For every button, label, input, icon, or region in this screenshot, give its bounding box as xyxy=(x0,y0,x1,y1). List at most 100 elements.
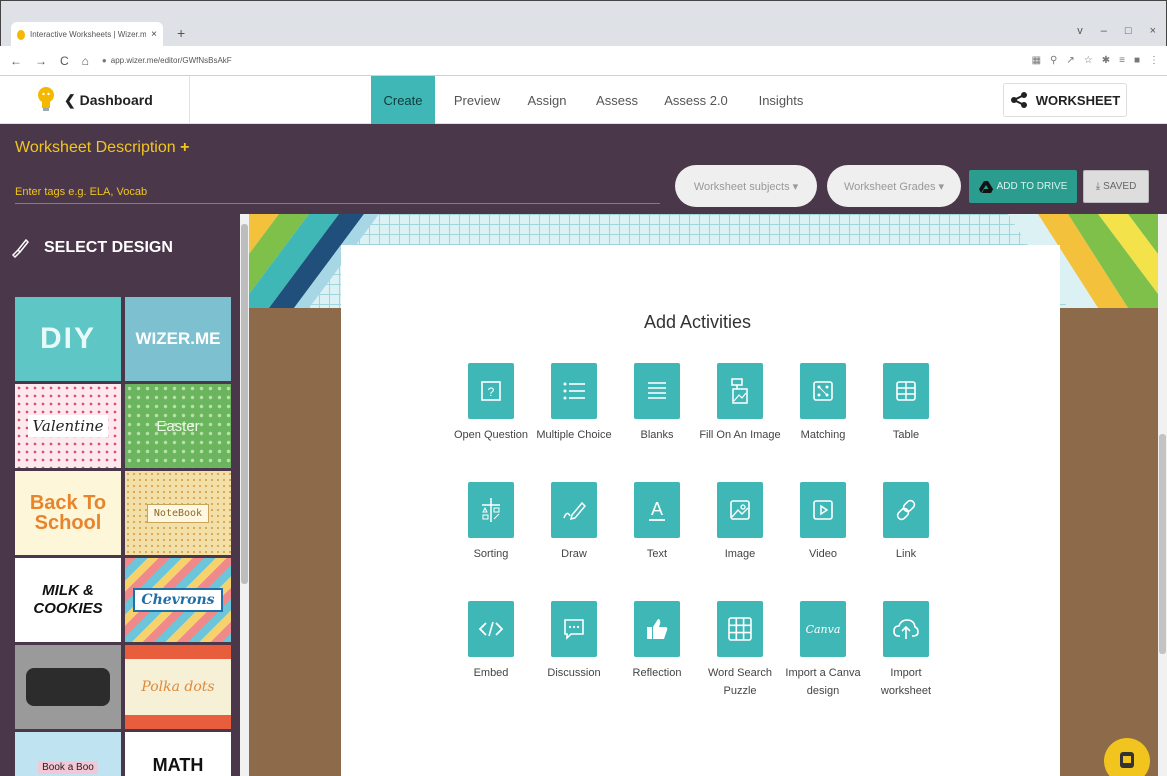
tab-insights[interactable]: Insights xyxy=(750,76,812,124)
activity-fill-on-image[interactable]: Fill On An Image xyxy=(695,363,785,445)
extension-icon[interactable]: ▦ xyxy=(1032,55,1041,66)
activity-label: Matching xyxy=(800,429,846,441)
grades-dropdown[interactable]: Worksheet Grades ▾ xyxy=(827,165,961,207)
design-thumb-label: Chevrons xyxy=(133,588,223,612)
tags-input[interactable]: Enter tags e.g. ELA, Vocab xyxy=(15,186,660,204)
design-thumb-label xyxy=(26,668,110,706)
subjects-dropdown[interactable]: Worksheet subjects ▾ xyxy=(675,165,817,207)
design-thumb-book-a-boo[interactable]: Book a Boo xyxy=(15,732,121,776)
design-thumb-label: NoteBook xyxy=(146,503,210,523)
scrollbar-thumb[interactable] xyxy=(1159,434,1166,654)
tab-assess[interactable]: Assess xyxy=(588,76,646,124)
activity-label: Embed xyxy=(473,667,509,679)
saved-label: SAVED xyxy=(1103,181,1137,192)
design-thumb-polka-dots[interactable]: Polka dots xyxy=(125,645,231,729)
dashboard-back-link[interactable]: ❮ Dashboard xyxy=(64,92,153,109)
activity-import-canva[interactable]: Canva Import a Canva design xyxy=(778,601,868,700)
code-icon xyxy=(468,601,514,657)
design-thumb-blackboard[interactable] xyxy=(15,645,121,729)
select-design-heading: SELECT DESIGN xyxy=(10,238,173,258)
maximize-button[interactable]: □ xyxy=(1125,25,1132,37)
design-thumb-wizer[interactable]: WIZER.ME xyxy=(125,297,231,381)
tab-search-icon[interactable]: v xyxy=(1077,25,1083,37)
activity-label: Sorting xyxy=(473,548,509,560)
help-chat-icon xyxy=(1120,752,1134,768)
sidebar-scrollbar[interactable] xyxy=(240,214,249,776)
activity-discussion[interactable]: Discussion xyxy=(529,601,619,683)
star-icon[interactable]: ☆ xyxy=(1084,55,1093,66)
minimize-button[interactable]: – xyxy=(1101,25,1107,37)
add-to-drive-button[interactable]: ADD TO DRIVE xyxy=(969,170,1077,203)
design-thumb-valentine[interactable]: Valentine xyxy=(15,384,121,468)
activity-link[interactable]: Link xyxy=(861,482,951,564)
design-thumb-label: Polka dots xyxy=(141,679,215,695)
activity-import-worksheet[interactable]: Import worksheet xyxy=(861,601,951,700)
design-thumb-back-to-school[interactable]: Back To School xyxy=(15,471,121,555)
tab-preview[interactable]: Preview xyxy=(446,76,508,124)
forward-arrow-icon[interactable]: → xyxy=(35,54,47,68)
window-close-button[interactable]: × xyxy=(1150,25,1156,37)
worksheet-description-label: Worksheet Description xyxy=(15,139,176,156)
design-thumb-easter[interactable]: Easter xyxy=(125,384,231,468)
activity-text[interactable]: A Text xyxy=(612,482,702,564)
chevron-left-icon: ❮ xyxy=(64,92,80,108)
plus-icon[interactable]: + xyxy=(180,139,189,156)
upload-cloud-icon xyxy=(883,601,929,657)
design-thumb-label: WIZER.ME xyxy=(135,329,221,348)
design-thumb-diy[interactable]: DIY xyxy=(15,297,121,381)
activity-label: Video xyxy=(809,548,837,560)
back-arrow-icon[interactable]: ← xyxy=(10,54,22,68)
pencil-icon xyxy=(551,482,597,538)
new-tab-button[interactable]: + xyxy=(177,25,185,41)
design-thumb-label: Valentine xyxy=(28,415,108,437)
reload-icon[interactable]: C xyxy=(60,54,69,68)
profile-icon[interactable]: ■ xyxy=(1134,55,1140,66)
svg-text:?: ? xyxy=(488,385,495,399)
tab-assign[interactable]: Assign xyxy=(520,76,574,124)
worksheet-description[interactable]: Worksheet Description + xyxy=(15,139,189,157)
home-icon[interactable]: ⌂ xyxy=(82,54,89,68)
url-field[interactable]: app.wizer.me/editor/GWfNsBsAkF xyxy=(111,56,232,65)
activity-video[interactable]: Video xyxy=(778,482,868,564)
design-thumb-math[interactable]: MATH xyxy=(125,732,231,776)
play-icon xyxy=(800,482,846,538)
menu-icon[interactable]: ⋮ xyxy=(1149,55,1159,66)
share-icon[interactable]: ↗ xyxy=(1066,55,1074,66)
wizer-logo-icon[interactable] xyxy=(37,86,55,112)
saved-button[interactable]: ⤓ SAVED xyxy=(1083,170,1149,203)
activity-matching[interactable]: Matching xyxy=(778,363,868,445)
activity-blanks[interactable]: Blanks xyxy=(612,363,702,445)
browser-tab-bar: Interactive Worksheets | Wizer.me × + v … xyxy=(0,0,1167,47)
activity-draw[interactable]: Draw xyxy=(529,482,619,564)
help-chat-button[interactable] xyxy=(1104,738,1150,776)
link-icon xyxy=(883,482,929,538)
activity-embed[interactable]: Embed xyxy=(446,601,536,683)
activity-open-question[interactable]: ? Open Question xyxy=(446,363,536,445)
page-scrollbar[interactable] xyxy=(1158,214,1167,776)
zoom-icon[interactable]: ⚲ xyxy=(1050,55,1057,66)
list-icon xyxy=(551,363,597,419)
tab-create[interactable]: Create xyxy=(371,76,435,124)
text-icon: A xyxy=(634,482,680,538)
scrollbar-thumb[interactable] xyxy=(241,224,248,584)
design-thumb-milk-cookies[interactable]: MILK & COOKIES xyxy=(15,558,121,642)
tab-close-icon[interactable]: × xyxy=(151,29,157,40)
address-bar: ← → C ⌂ ● app.wizer.me/editor/GWfNsBsAkF… xyxy=(0,46,1167,76)
worksheet-share-button[interactable]: WORKSHEET xyxy=(1003,83,1127,117)
browser-tab[interactable]: Interactive Worksheets | Wizer.me × xyxy=(11,22,163,47)
thumbs-up-icon xyxy=(634,601,680,657)
share-icon xyxy=(1010,92,1027,108)
activity-reflection[interactable]: Reflection xyxy=(612,601,702,683)
design-thumb-notebook[interactable]: NoteBook xyxy=(125,471,231,555)
tab-assess-2[interactable]: Assess 2.0 xyxy=(660,76,732,124)
design-thumb-chevrons[interactable]: Chevrons xyxy=(125,558,231,642)
activity-word-search[interactable]: Word Search Puzzle xyxy=(695,601,785,700)
activity-label: Fill On An Image xyxy=(699,429,781,441)
reading-list-icon[interactable]: ≡ xyxy=(1119,55,1125,66)
activity-image[interactable]: Image xyxy=(695,482,785,564)
dashboard-label: Dashboard xyxy=(79,92,153,108)
activity-multiple-choice[interactable]: Multiple Choice xyxy=(529,363,619,445)
activity-table[interactable]: Table xyxy=(861,363,951,445)
puzzle-icon[interactable]: ✱ xyxy=(1102,55,1110,66)
activity-sorting[interactable]: Sorting xyxy=(446,482,536,564)
